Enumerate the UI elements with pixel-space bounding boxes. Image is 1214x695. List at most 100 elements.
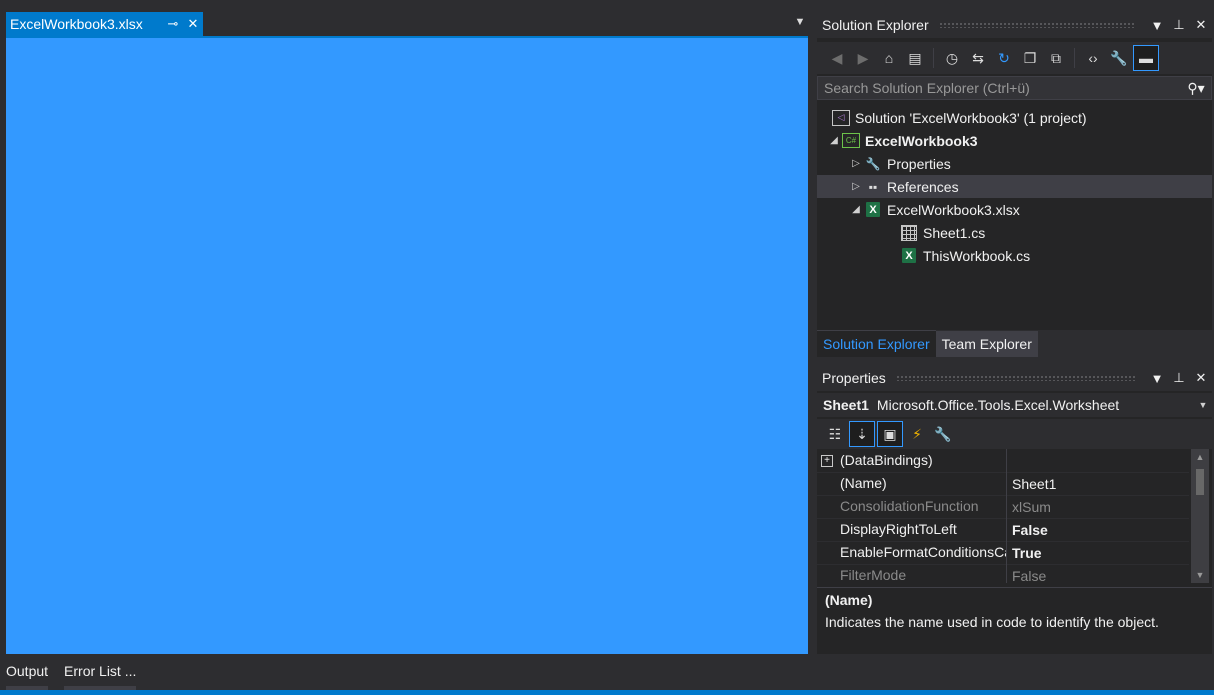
description-text: Indicates the name used in code to ident…: [825, 614, 1159, 630]
search-icon[interactable]: ⚲▾: [1181, 80, 1211, 97]
tree-item-sheet1[interactable]: Sheet1.cs: [817, 221, 1212, 244]
tab-solution-explorer[interactable]: Solution Explorer: [817, 330, 936, 357]
document-tab[interactable]: ExcelWorkbook3.xlsx ⊸ ✕: [6, 12, 203, 36]
solution-explorer-toolbar: ◀ ▶ ⌂ ▤ ◷ ⇆ ↻ ❐ ⧉ ‹› 🔧 ▬: [817, 42, 1212, 74]
properties-title: Properties: [822, 370, 886, 386]
sheet-icon: [899, 224, 919, 241]
property-value[interactable]: False: [1007, 568, 1189, 584]
excel-icon: X: [899, 248, 919, 264]
excel-icon: X: [863, 202, 883, 218]
solution-explorer-tabs: Solution Explorer Team Explorer: [817, 330, 1212, 357]
search-input[interactable]: Search Solution Explorer (Ctrl+ü): [824, 80, 1181, 96]
collapse-icon[interactable]: ◢: [849, 204, 863, 215]
scroll-up-icon[interactable]: ▲: [1191, 449, 1209, 465]
toolbar-separator: [933, 48, 934, 68]
window-position-icon[interactable]: ▼: [1146, 18, 1168, 33]
tree-item-label: Solution 'ExcelWorkbook3' (1 project): [855, 109, 1087, 126]
pin-icon[interactable]: ⊥: [1168, 17, 1190, 33]
property-value[interactable]: False: [1007, 522, 1189, 538]
property-row[interactable]: DisplayRightToLeft False: [817, 518, 1189, 542]
scroll-thumb[interactable]: [1196, 469, 1204, 495]
collapse-icon[interactable]: ◢: [827, 135, 841, 146]
properties-toolbar: ☷ ⇣ ▣ ⚡ 🔧: [817, 419, 1212, 449]
object-name: Sheet1: [823, 397, 869, 413]
document-tabs-dropdown-icon[interactable]: ▼: [792, 16, 808, 32]
expand-icon[interactable]: ▷: [849, 181, 863, 192]
properties-icon[interactable]: 🔧: [1107, 46, 1131, 70]
tree-item-label: Properties: [887, 155, 951, 172]
project-icon: C#: [841, 133, 861, 149]
collapse-all-icon[interactable]: ❐: [1018, 46, 1042, 70]
titlebar-grip[interactable]: [938, 22, 1136, 28]
show-all-files-icon[interactable]: ⧉: [1044, 46, 1068, 70]
status-bar: [0, 690, 1214, 695]
document-tab-label: ExcelWorkbook3.xlsx: [10, 16, 143, 32]
pin-icon[interactable]: ⊥: [1168, 370, 1190, 386]
property-row[interactable]: ConsolidationFunction xlSum: [817, 495, 1189, 519]
close-icon[interactable]: ✕: [1190, 17, 1212, 33]
preview-selected-icon[interactable]: ▬: [1133, 45, 1159, 71]
alphabetical-icon[interactable]: ⇣: [849, 421, 875, 447]
close-icon[interactable]: ✕: [183, 16, 203, 32]
tree-item-label: ExcelWorkbook3: [865, 132, 978, 149]
view-code-icon[interactable]: ‹›: [1081, 46, 1105, 70]
pin-icon[interactable]: ⊸: [163, 16, 183, 32]
categorized-icon[interactable]: ☷: [823, 422, 847, 446]
property-value[interactable]: True: [1007, 545, 1189, 561]
titlebar-grip[interactable]: [895, 375, 1136, 381]
expand-plus-icon[interactable]: +: [821, 454, 833, 467]
property-name: EnableFormatConditionsCalculation: [837, 541, 1007, 564]
home-icon[interactable]: ⌂: [877, 46, 901, 70]
property-value[interactable]: Sheet1: [1007, 476, 1189, 492]
property-row[interactable]: FilterMode False: [817, 564, 1189, 583]
properties-page-icon[interactable]: ▣: [877, 421, 903, 447]
solution-explorer-panel: Solution Explorer ▼ ⊥ ✕ ◀ ▶ ⌂ ▤ ◷ ⇆ ↻ ❐ …: [817, 12, 1212, 357]
solution-explorer-search[interactable]: Search Solution Explorer (Ctrl+ü) ⚲▾: [817, 76, 1212, 100]
refresh-icon[interactable]: ↻: [992, 46, 1016, 70]
description-title: (Name): [825, 592, 873, 608]
property-name: (DataBindings): [837, 449, 1007, 472]
expand-icon[interactable]: ▷: [849, 158, 863, 169]
property-pages-icon[interactable]: 🔧: [931, 422, 955, 446]
tree-item-label: ExcelWorkbook3.xlsx: [887, 201, 1020, 218]
tree-item-project[interactable]: ◢ C# ExcelWorkbook3: [817, 129, 1212, 152]
property-row[interactable]: + (DataBindings): [817, 449, 1189, 473]
sync-icon[interactable]: ⇆: [966, 46, 990, 70]
forward-icon[interactable]: ▶: [851, 46, 875, 70]
solution-explorer-titlebar: Solution Explorer ▼ ⊥ ✕: [817, 12, 1212, 38]
pending-changes-icon[interactable]: ◷: [940, 46, 964, 70]
properties-titlebar: Properties ▼ ⊥ ✕: [817, 365, 1212, 391]
property-grid-scrollbar[interactable]: ▲ ▼: [1191, 449, 1209, 583]
events-icon[interactable]: ⚡: [905, 422, 929, 446]
property-row[interactable]: EnableFormatConditionsCalculation True: [817, 541, 1189, 565]
window-position-icon[interactable]: ▼: [1146, 371, 1168, 386]
object-selector[interactable]: Sheet1 Microsoft.Office.Tools.Excel.Work…: [817, 393, 1212, 417]
tree-item-label: Sheet1.cs: [923, 224, 986, 241]
property-row[interactable]: (Name) Sheet1: [817, 472, 1189, 496]
property-name: (Name): [837, 472, 1007, 495]
tab-error-list[interactable]: Error List ...: [64, 656, 137, 690]
tab-team-explorer[interactable]: Team Explorer: [935, 331, 1038, 357]
references-icon: ▪▪: [868, 179, 878, 194]
close-icon[interactable]: ✕: [1190, 370, 1212, 386]
solution-icon: ◁: [831, 109, 851, 126]
tree-item-references[interactable]: ▷ ▪▪ References: [817, 175, 1212, 198]
tree-item-solution[interactable]: ◁ Solution 'ExcelWorkbook3' (1 project): [817, 106, 1212, 129]
chevron-down-icon[interactable]: ▼: [1194, 400, 1212, 410]
object-type: Microsoft.Office.Tools.Excel.Worksheet: [876, 397, 1120, 413]
tree-item-thisworkbook[interactable]: X ThisWorkbook.cs: [817, 244, 1212, 267]
tree-item-workbook[interactable]: ◢ X ExcelWorkbook3.xlsx: [817, 198, 1212, 221]
workbook-designer-canvas[interactable]: [6, 38, 808, 654]
back-icon[interactable]: ◀: [825, 46, 849, 70]
tree-item-label: ThisWorkbook.cs: [923, 247, 1031, 264]
solution-explorer-title: Solution Explorer: [822, 17, 929, 33]
property-value[interactable]: xlSum: [1007, 499, 1189, 515]
tree-item-properties[interactable]: ▷ 🔧 Properties: [817, 152, 1212, 175]
scroll-down-icon[interactable]: ▼: [1191, 567, 1209, 583]
property-grid: + (DataBindings) (Name) Sheet1 Consolida…: [817, 449, 1189, 583]
switch-views-icon[interactable]: ▤: [903, 46, 927, 70]
property-name: DisplayRightToLeft: [837, 518, 1007, 541]
tab-output[interactable]: Output: [6, 656, 49, 690]
properties-panel: Properties ▼ ⊥ ✕ Sheet1 Microsoft.Office…: [817, 365, 1212, 654]
toolbar-separator: [1074, 48, 1075, 68]
